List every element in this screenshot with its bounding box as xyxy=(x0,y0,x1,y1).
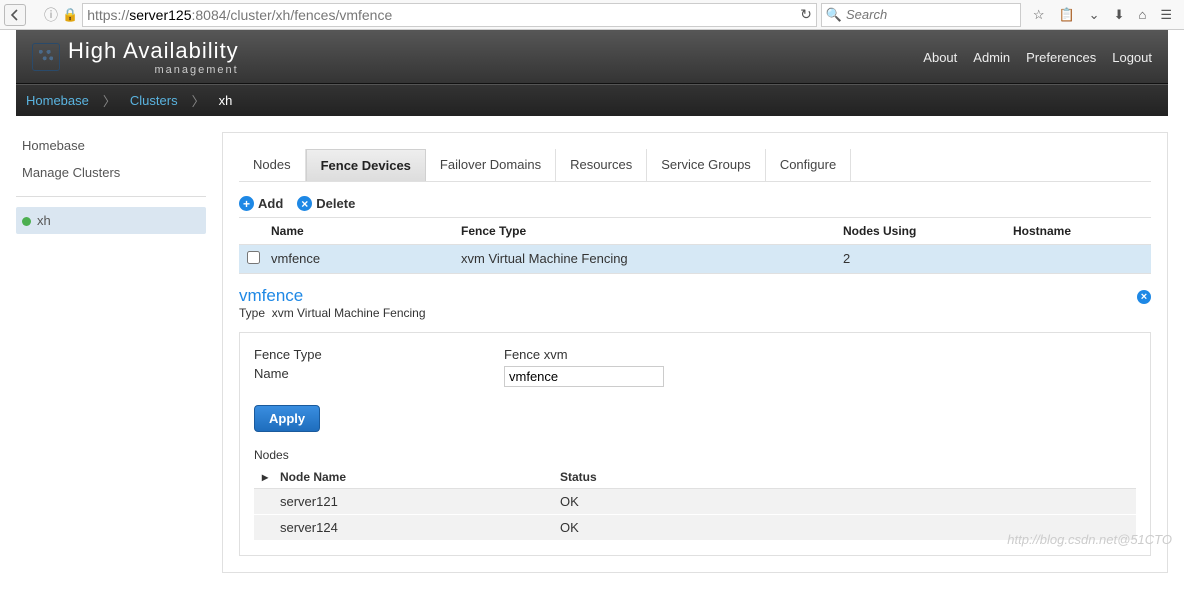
toolbar-icons: ☆ 📋 ⌄ ⬇ ⌂ ☰ xyxy=(1025,7,1180,23)
nav-preferences[interactable]: Preferences xyxy=(1026,50,1096,65)
grid-header: Name Fence Type Nodes Using Hostname xyxy=(239,218,1151,245)
tab-service-groups[interactable]: Service Groups xyxy=(647,149,766,181)
crumb-sep-icon: 〉 xyxy=(192,91,205,110)
tab-nodes[interactable]: Nodes xyxy=(239,149,306,181)
top-nav: About Admin Preferences Logout xyxy=(923,50,1152,65)
watermark: http://blog.csdn.net@51CTO xyxy=(1007,532,1172,547)
node-name: server121 xyxy=(280,494,560,509)
apply-button[interactable]: Apply xyxy=(254,405,320,432)
bookmark-icon[interactable]: ☆ xyxy=(1033,7,1045,23)
name-input[interactable] xyxy=(504,366,664,387)
nav-admin[interactable]: Admin xyxy=(973,50,1010,65)
row-checkbox[interactable] xyxy=(247,251,260,264)
nav-about[interactable]: About xyxy=(923,50,957,65)
expand-col: ▸ xyxy=(262,470,280,484)
readinglist-icon[interactable]: 📋 xyxy=(1058,7,1074,23)
col-hostname: Hostname xyxy=(1013,224,1143,238)
search-icon: 🔍 xyxy=(826,7,842,23)
form-box: Fence Type Name Fence xvm Apply Nodes ▸ … xyxy=(239,332,1151,556)
ncol-status: Status xyxy=(560,470,1128,484)
lock-icon[interactable]: 🔒 xyxy=(62,7,78,23)
detail-type-value: xvm Virtual Machine Fencing xyxy=(272,306,426,320)
status-dot-icon xyxy=(22,217,31,226)
app-header: High Availability management About Admin… xyxy=(16,30,1168,84)
info-icon[interactable]: ⓘ xyxy=(44,5,58,25)
breadcrumb: Homebase 〉 Clusters 〉 xh xyxy=(16,84,1168,116)
browser-bar: ⓘ 🔒 https://server125:8084/cluster/xh/fe… xyxy=(0,0,1184,30)
plus-icon: + xyxy=(239,196,254,211)
nodes-section: Nodes ▸ Node Name Status server121 OK se… xyxy=(254,448,1136,541)
logo-title: High Availability xyxy=(68,38,239,63)
detail-title: vmfence xyxy=(239,286,1151,306)
crumb-clusters[interactable]: Clusters xyxy=(130,93,178,108)
nav-logout[interactable]: Logout xyxy=(1112,50,1152,65)
search-bar[interactable]: 🔍 xyxy=(821,3,1021,27)
sidebar-divider xyxy=(16,196,206,197)
tabs: Nodes Fence Devices Failover Domains Res… xyxy=(239,149,1151,182)
tab-fence-devices[interactable]: Fence Devices xyxy=(306,149,426,181)
add-label: Add xyxy=(258,196,283,211)
crumb-homebase[interactable]: Homebase xyxy=(26,93,89,108)
sidebar-item-homebase[interactable]: Homebase xyxy=(16,132,206,159)
main-area: Homebase Manage Clusters xh Nodes Fence … xyxy=(0,116,1184,589)
detail-header: vmfence Type xvm Virtual Machine Fencing… xyxy=(239,286,1151,320)
table-row[interactable]: vmfence xvm Virtual Machine Fencing 2 xyxy=(239,245,1151,274)
reload-icon[interactable]: ↻ xyxy=(800,6,812,23)
nodes-title: Nodes xyxy=(254,448,1136,462)
ncol-name: Node Name xyxy=(280,470,560,484)
add-button[interactable]: + Add xyxy=(239,196,283,211)
download-icon[interactable]: ⬇ xyxy=(1114,7,1125,23)
fence-type-value: Fence xvm xyxy=(504,347,664,362)
menu-icon[interactable]: ☰ xyxy=(1160,7,1172,23)
name-label: Name xyxy=(254,366,504,381)
pocket-icon[interactable]: ⌄ xyxy=(1089,7,1100,23)
col-nodes-using: Nodes Using xyxy=(843,224,1013,238)
cell-name: vmfence xyxy=(271,251,461,267)
cell-host xyxy=(1013,251,1143,267)
home-icon[interactable]: ⌂ xyxy=(1138,7,1146,22)
node-name: server124 xyxy=(280,520,560,535)
url-bar[interactable]: https://server125:8084/cluster/xh/fences… xyxy=(82,3,817,27)
fence-type-label: Fence Type xyxy=(254,347,504,362)
col-name: Name xyxy=(271,224,461,238)
action-bar: + Add × Delete xyxy=(239,190,1151,218)
url-host: server125 xyxy=(129,7,191,23)
col-type: Fence Type xyxy=(461,224,843,238)
list-item[interactable]: server124 OK xyxy=(254,515,1136,541)
logo-icon xyxy=(32,43,60,71)
sidebar: Homebase Manage Clusters xh xyxy=(16,132,206,573)
delete-label: Delete xyxy=(316,196,355,211)
sidebar-item-manage-clusters[interactable]: Manage Clusters xyxy=(16,159,206,186)
delete-button[interactable]: × Delete xyxy=(297,196,355,211)
close-icon[interactable]: × xyxy=(1137,290,1151,304)
search-input[interactable] xyxy=(846,7,1016,22)
tab-resources[interactable]: Resources xyxy=(556,149,647,181)
sidebar-item-cluster-xh[interactable]: xh xyxy=(16,207,206,234)
content-panel: Nodes Fence Devices Failover Domains Res… xyxy=(222,132,1168,573)
url-path: :8084/cluster/xh/fences/vmfence xyxy=(191,7,392,23)
detail-type-label: Type xyxy=(239,306,265,320)
cell-nodes: 2 xyxy=(843,251,1013,267)
nodes-header: ▸ Node Name Status xyxy=(254,466,1136,489)
list-item[interactable]: server121 OK xyxy=(254,489,1136,515)
cell-type: xvm Virtual Machine Fencing xyxy=(461,251,843,267)
arrow-left-icon xyxy=(8,8,22,22)
sidebar-item-label: xh xyxy=(37,213,51,228)
tab-configure[interactable]: Configure xyxy=(766,149,851,181)
tab-failover-domains[interactable]: Failover Domains xyxy=(426,149,556,181)
crumb-current: xh xyxy=(219,93,233,108)
node-status: OK xyxy=(560,494,1128,509)
logo: High Availability management xyxy=(32,38,239,76)
logo-subtitle: management xyxy=(68,64,239,76)
crumb-sep-icon: 〉 xyxy=(103,91,116,110)
back-button[interactable] xyxy=(4,4,26,26)
x-icon: × xyxy=(297,196,312,211)
url-protocol: https:// xyxy=(87,7,129,23)
